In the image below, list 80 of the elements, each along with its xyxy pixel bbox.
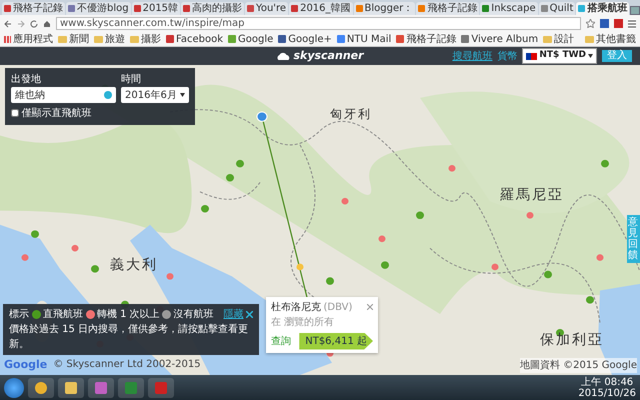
google-logo: Google [4,356,48,372]
field-label: 時間 [121,72,142,87]
bookmark-item[interactable]: 其他書籤 [585,32,636,46]
bookmark-icon [166,35,174,43]
photo-app-icon[interactable] [88,378,114,398]
country-label: 義大利 [110,256,158,275]
bookmark-item[interactable]: 應用程式 [4,32,53,46]
folder-icon [543,36,552,42]
flag-icon [526,52,538,60]
bookmark-item[interactable]: Vivere Album [461,32,538,46]
folder-icon [585,36,594,42]
browser-tab[interactable]: 高肉的攝影 [181,2,244,15]
field-label: 出發地 [11,72,42,87]
bookmark-item[interactable]: 飛格子記錄 [396,32,456,46]
price-tag[interactable]: NT$6,411 起 [299,332,373,350]
close-icon[interactable] [246,311,253,318]
folder-icon [94,36,103,42]
bookmark-item[interactable]: Google [228,32,274,46]
bookmark-icon [336,35,345,43]
direct-only-checkbox[interactable] [11,109,19,117]
destination-title: 杜布洛尼克 [271,300,321,315]
bookmark-icon [278,35,286,43]
browser-tab[interactable]: 2016_韓國 [289,2,353,15]
date-dropdown[interactable]: 2016年6月 [121,87,189,103]
star-icon[interactable] [586,19,595,28]
browser-tab[interactable]: Quilt [538,2,576,15]
currency-label: 貨幣 [497,50,518,64]
browser-tab[interactable]: Inkscape [480,2,538,15]
bookmark-icon [461,35,470,43]
browser-icon[interactable] [28,378,54,398]
bookmark-icon [396,35,404,43]
search-flights-link[interactable]: 搜尋航班 [452,48,492,64]
cloud-icon [276,52,290,60]
folder-icon [58,36,67,42]
start-button[interactable] [4,378,24,398]
checkbox-label: 僅顯示直飛航班 [22,106,92,120]
browser-tab[interactable]: 飛格子記錄 [2,2,65,15]
airport-code: (DBV) [324,301,352,315]
country-label: 保加利亞 [540,331,604,350]
country-label: 羅馬尼亞 [500,186,564,205]
bookmark-item[interactable]: 旅遊 [94,32,125,46]
map-data-text: 地圖資料 ©2015 Google [520,358,637,373]
logo[interactable]: skyscanner [276,48,364,64]
home-icon[interactable] [43,20,51,28]
bookmark-item[interactable]: NTU Mail [336,32,392,46]
search-link[interactable]: 查詢 [271,334,291,348]
menu-icon[interactable] [628,20,636,28]
browser-tab[interactable]: 2015韓 [132,2,180,15]
legend-label: 沒有航班 [174,308,214,322]
legend-label: 轉機 1 次以上 [97,308,160,322]
reload-icon[interactable] [30,20,38,28]
bookmark-item[interactable]: 新聞 [58,32,89,46]
folder-icon[interactable] [58,378,84,398]
country-label: 匈牙利 [330,106,372,123]
folder-icon [130,36,139,42]
browser-tab[interactable]: 飛格子記錄 [416,2,480,15]
legend-note: 價格於過去 15 日內搜尋，僅供參考，請按點擊查看更新。 [9,322,250,352]
clock-time: 上午 08:46 [580,376,634,388]
bookmark-item[interactable]: Facebook [166,32,223,46]
attribution-text: © Skyscanner Ltd 2002-2015 [53,358,201,372]
legend-label: 直飛航班 [43,308,83,322]
address-field[interactable]: www.skyscanner.com.tw/inspire/map [56,17,581,30]
currency-dropdown[interactable]: NT$ TWD [522,48,597,64]
bookmark-item[interactable]: 攝影 [130,32,161,46]
browser-tab[interactable]: 搭乘航班 [576,2,630,15]
browser-tab[interactable]: Blogger： [354,2,416,15]
browser-tab[interactable]: 不優游blog [66,2,131,15]
bookmark-item[interactable]: 設計 [543,32,574,46]
destination-subtitle: 在 瀏覽的所有 [271,316,336,330]
legend-title: 標示 [9,308,29,322]
browser-tab[interactable]: You're [245,2,288,15]
bookmark-item[interactable]: Google+ [278,32,332,46]
back-icon[interactable] [4,20,12,28]
origin-field[interactable]: 維也納 [11,87,116,103]
clock-date: 2015/10/26 [578,388,636,398]
caret-icon [180,93,185,97]
hide-link[interactable]: 隱藏 [224,307,253,322]
bookmark-icon [4,36,11,42]
bookmark-icon [228,35,236,43]
caret-icon [588,54,593,58]
